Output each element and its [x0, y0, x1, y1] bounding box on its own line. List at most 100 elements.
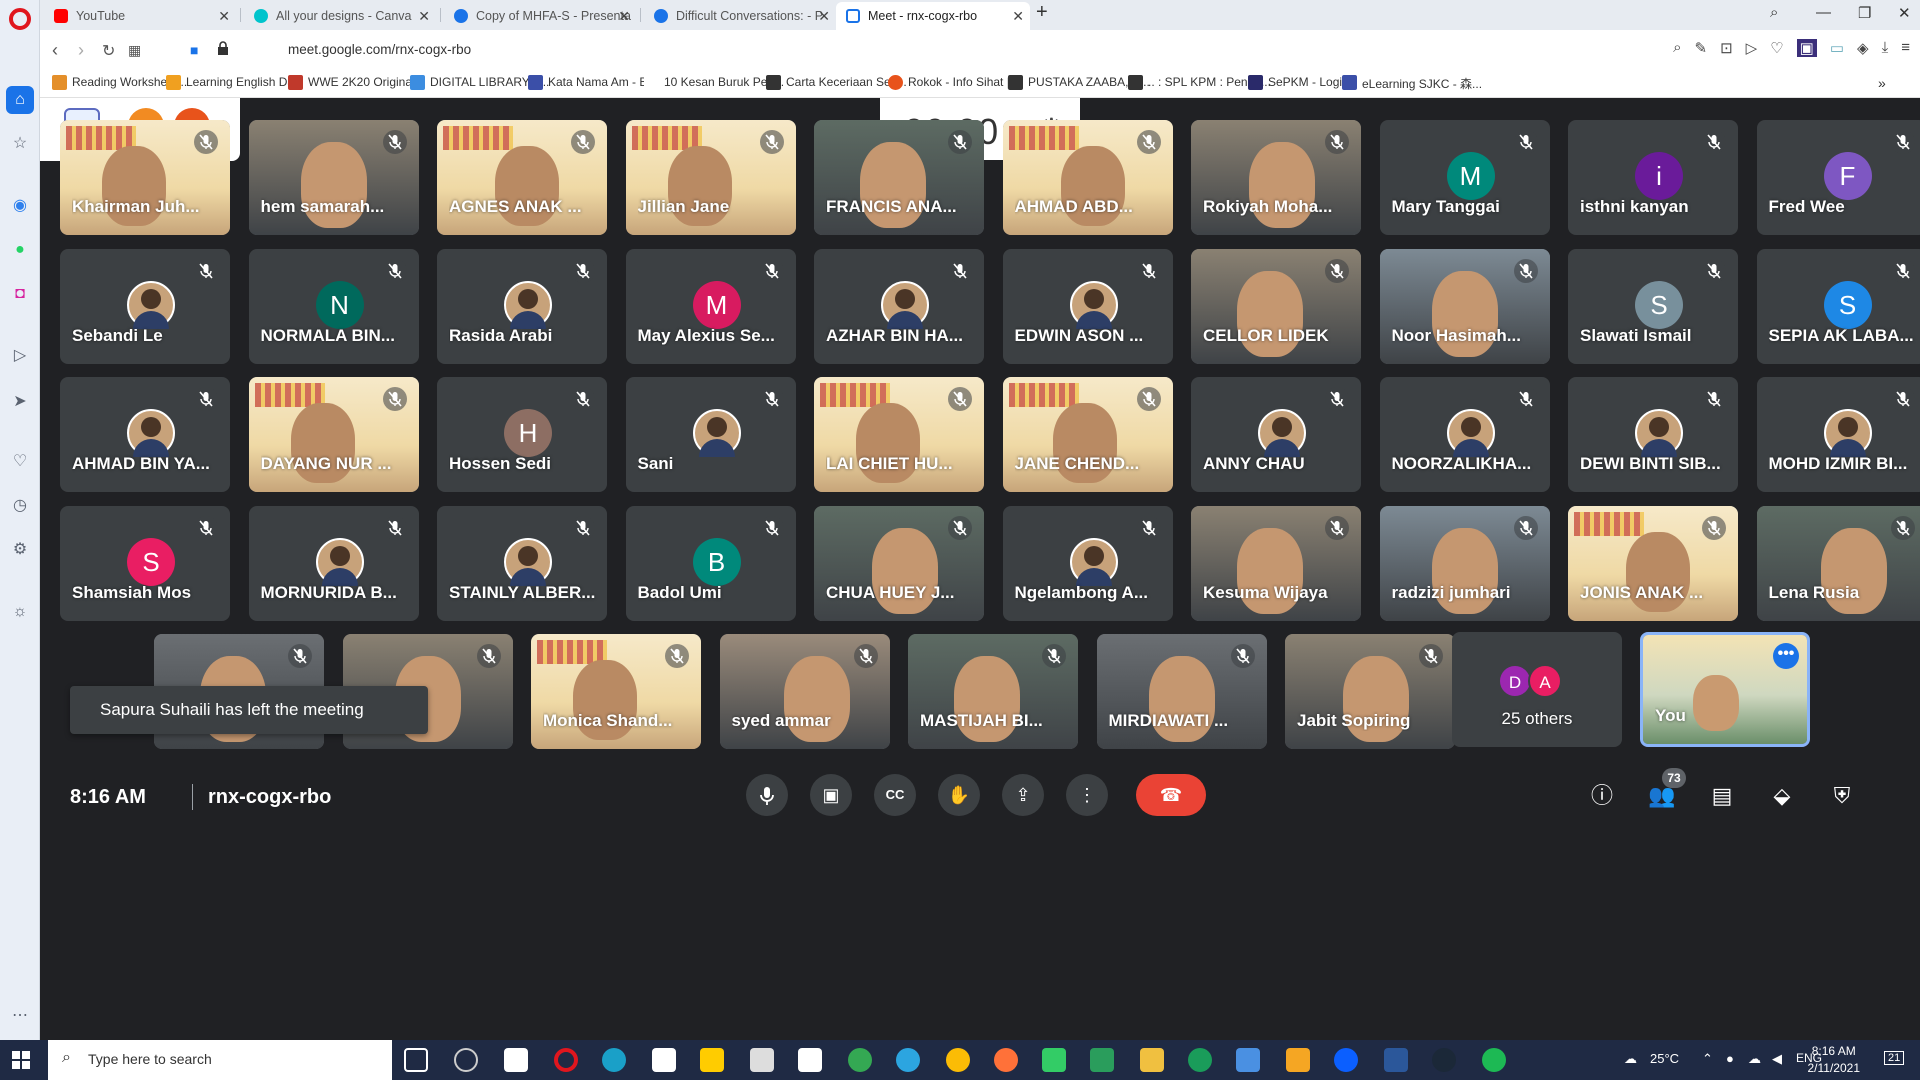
captions-button[interactable]: CC: [874, 774, 916, 816]
participant-tile[interactable]: H Hossen Sedi: [437, 377, 607, 492]
participant-tile[interactable]: S Slawati Ismail: [1568, 248, 1738, 364]
app-icon[interactable]: [1090, 1048, 1114, 1072]
chat-button[interactable]: ▤: [1706, 780, 1738, 812]
people-button[interactable]: 👥 73: [1646, 768, 1686, 812]
windows-start-icon[interactable]: [12, 1051, 30, 1069]
camera-button[interactable]: ▣: [810, 774, 852, 816]
url-field[interactable]: meet.google.com/rnx-cogx-rbo: [288, 42, 471, 57]
edit-icon[interactable]: ✎: [1695, 39, 1708, 57]
participant-tile[interactable]: Rasida Arabi: [437, 248, 607, 364]
participant-tile[interactable]: MIRDIAWATI ...: [1096, 634, 1267, 749]
chrome-icon[interactable]: [946, 1048, 970, 1072]
send-icon[interactable]: ▷: [1746, 39, 1758, 57]
close-icon[interactable]: ✕: [1012, 2, 1024, 30]
bookmark-item[interactable]: Rokok - Info Sihat |...: [888, 75, 1020, 90]
instagram-icon[interactable]: ◘: [10, 284, 30, 304]
cube-icon[interactable]: ◈: [1857, 39, 1869, 57]
participant-tile[interactable]: CHUA HUEY J...: [814, 505, 984, 621]
speaker-icon[interactable]: ◀: [1772, 1051, 1782, 1067]
send-icon[interactable]: ➤: [10, 392, 30, 412]
participant-tile[interactable]: MORNURIDA B...: [248, 505, 419, 621]
app-icon[interactable]: [1188, 1048, 1212, 1072]
folder-icon[interactable]: [1140, 1048, 1164, 1072]
participant-tile[interactable]: Noor Hasimah...: [1379, 248, 1550, 364]
tabs-grid-icon[interactable]: ▦: [128, 42, 141, 59]
bookmark-item[interactable]: SePKM - Login: [1248, 75, 1349, 90]
tab-presentation[interactable]: Copy of MHFA-S - Presenta ✕: [444, 2, 636, 30]
settings-icon[interactable]: ⚙: [10, 540, 30, 560]
spotify-icon[interactable]: [1482, 1048, 1506, 1072]
participant-tile[interactable]: Jillian Jane: [625, 120, 796, 235]
heart-icon[interactable]: ♡: [10, 452, 30, 472]
home-icon[interactable]: ⌂: [6, 86, 34, 114]
participant-tile[interactable]: syed ammar: [719, 634, 890, 749]
download-icon[interactable]: ⤓: [1882, 39, 1889, 57]
store-icon[interactable]: [798, 1048, 822, 1072]
chevron-up-icon[interactable]: ⌃: [1702, 1051, 1713, 1067]
whatsapp-icon[interactable]: ●: [10, 240, 30, 260]
close-icon[interactable]: ✕: [818, 2, 830, 30]
more-icon[interactable]: ⋯: [10, 1006, 30, 1026]
participant-tile[interactable]: DAYANG NUR ...: [248, 377, 419, 492]
app-icon[interactable]: [750, 1048, 774, 1072]
task-view-icon[interactable]: [404, 1048, 428, 1072]
heart-icon[interactable]: ♡: [1770, 39, 1783, 57]
participant-tile[interactable]: Khairman Juh...: [60, 120, 230, 235]
participant-tile[interactable]: Sebandi Le: [60, 248, 230, 364]
forward-button[interactable]: ›: [78, 40, 84, 61]
participant-tile[interactable]: S Shamsiah Mos: [60, 505, 230, 621]
app-icon[interactable]: [1042, 1048, 1066, 1072]
bookmark-item[interactable]: WWE 2K20 Original...: [288, 75, 425, 90]
history-icon[interactable]: ◷: [10, 496, 30, 516]
tab-meet[interactable]: Meet - rnx-cogx-rbo ✕: [836, 2, 1030, 30]
participant-tile[interactable]: M Mary Tanggai: [1379, 120, 1550, 235]
telegram-icon[interactable]: [896, 1048, 920, 1072]
participant-tile[interactable]: Monica Shand...: [531, 634, 701, 749]
participant-tile[interactable]: AHMAD ABD...: [1002, 120, 1173, 235]
microphone-button[interactable]: [746, 774, 788, 816]
bookmark-item[interactable]: 10 Kesan Buruk Pen...: [644, 75, 784, 90]
notifications-badge[interactable]: 21: [1884, 1051, 1905, 1065]
file-icon[interactable]: [504, 1048, 528, 1072]
teamviewer-icon[interactable]: [1334, 1048, 1358, 1072]
app-icon[interactable]: [700, 1048, 724, 1072]
participant-tile[interactable]: Rokiyah Moha...: [1191, 120, 1361, 235]
tab-youtube[interactable]: YouTube ✕: [44, 2, 236, 30]
tab-difficult-conversations[interactable]: Difficult Conversations: - P ✕: [644, 2, 836, 30]
calendar-icon[interactable]: [652, 1048, 676, 1072]
bookmark-item[interactable]: Kata Nama Am - B...: [528, 75, 657, 90]
search-icon[interactable]: ⌕: [1673, 39, 1681, 57]
bookmark-item[interactable]: eLearning SJKC - 森...: [1342, 75, 1482, 92]
participant-tile[interactable]: Ngelambong A...: [1002, 505, 1173, 621]
window-close-button[interactable]: ✕: [1898, 4, 1911, 22]
participant-tile[interactable]: DEWI BINTI SIB...: [1568, 377, 1738, 492]
participant-tile[interactable]: CELLOR LIDEK: [1191, 248, 1361, 364]
cortana-icon[interactable]: [454, 1048, 478, 1072]
menu-icon[interactable]: ≡: [1901, 39, 1910, 57]
taskbar-search[interactable]: ⌕ Type here to search: [48, 1040, 392, 1080]
participant-tile[interactable]: ANNY CHAU: [1191, 377, 1361, 492]
participant-tile[interactable]: S SEPIA AK LABA...: [1756, 248, 1920, 364]
more-bookmarks-icon[interactable]: »: [1878, 75, 1886, 91]
participant-tile[interactable]: NOORZALIKHA...: [1379, 377, 1550, 492]
close-icon[interactable]: ✕: [218, 2, 230, 30]
participant-tile[interactable]: AHMAD BIN YA...: [60, 377, 230, 492]
activities-button[interactable]: ⬙: [1766, 780, 1798, 812]
minimize-button[interactable]: —: [1816, 4, 1831, 21]
messenger-icon[interactable]: ◉: [10, 196, 30, 216]
participant-tile[interactable]: MOHD IZMIR BI...: [1756, 377, 1920, 492]
participant-tile[interactable]: AZHAR BIN HA...: [814, 248, 984, 364]
participant-tile[interactable]: Sani: [625, 377, 796, 492]
bookmark-icon[interactable]: ☆: [10, 134, 30, 154]
self-tile[interactable]: ••• You: [1640, 632, 1810, 747]
chrome-icon[interactable]: [848, 1048, 872, 1072]
participant-tile[interactable]: AGNES ANAK ...: [437, 120, 607, 235]
leave-call-button[interactable]: ☎: [1136, 774, 1206, 816]
extension-icon[interactable]: ▣: [1796, 39, 1817, 57]
restore-button[interactable]: ❐: [1858, 4, 1871, 22]
present-button[interactable]: ⇪: [1002, 774, 1044, 816]
meeting-details-button[interactable]: ⓘ: [1586, 780, 1618, 812]
others-tile[interactable]: D A 25 others: [1452, 632, 1622, 747]
snapshot-icon[interactable]: ⊡: [1720, 39, 1733, 57]
participant-tile[interactable]: JANE CHEND...: [1002, 377, 1173, 492]
